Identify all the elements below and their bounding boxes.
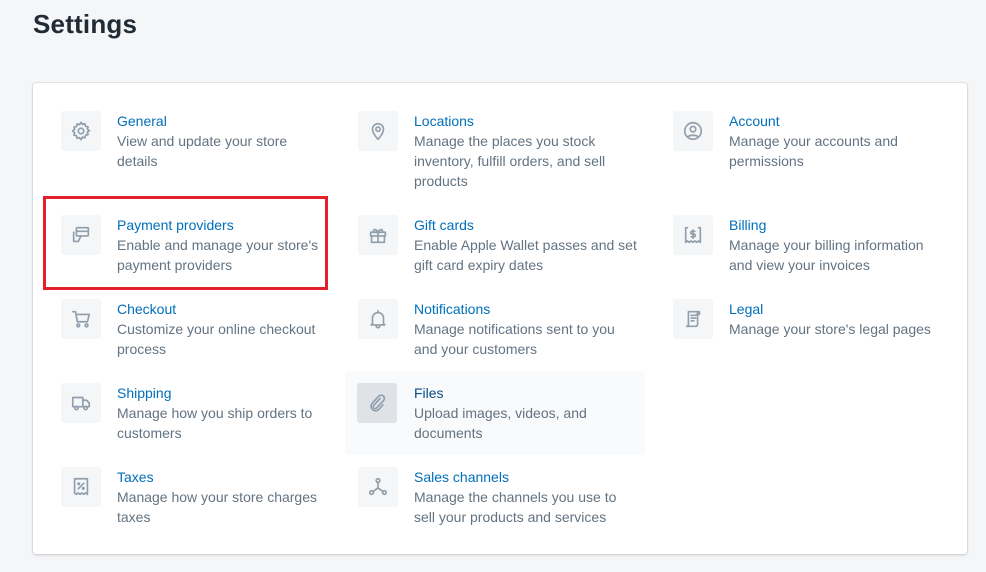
settings-item-billing[interactable]: Billing Manage your billing information … — [659, 201, 949, 285]
settings-item-taxes[interactable]: Taxes Manage how your store charges taxe… — [47, 453, 333, 537]
item-desc: Manage how you ship orders to — [117, 405, 313, 421]
item-desc: View and update your store — [117, 133, 288, 149]
item-desc: process — [117, 341, 167, 357]
item-title: General — [117, 113, 167, 129]
item-desc: gift card expiry dates — [414, 257, 544, 273]
item-desc: Manage your billing information — [729, 237, 924, 253]
item-desc: products — [414, 173, 468, 189]
item-title: Taxes — [117, 469, 154, 485]
account-icon — [673, 111, 713, 151]
legal-scroll-icon — [673, 299, 713, 339]
settings-item-locations[interactable]: Locations Manage the places you stock in… — [344, 97, 644, 201]
item-title: Locations — [414, 113, 474, 129]
item-desc: payment providers — [117, 257, 233, 273]
payment-icon — [61, 215, 101, 255]
settings-item-notifications[interactable]: Notifications Manage notifications sent … — [344, 285, 644, 369]
gear-icon — [61, 111, 101, 151]
item-desc: permissions — [729, 153, 804, 169]
item-title: Billing — [729, 217, 767, 233]
item-title: Sales channels — [414, 469, 509, 485]
item-title: Files — [414, 385, 444, 401]
item-desc: details — [117, 153, 158, 169]
sales-channels-icon — [358, 467, 398, 507]
item-desc: Upload images, videos, and — [414, 405, 587, 421]
item-desc: documents — [414, 425, 483, 441]
item-title: Gift cards — [414, 217, 474, 233]
settings-item-shipping[interactable]: Shipping Manage how you ship orders to c… — [47, 369, 333, 453]
item-desc: and your customers — [414, 341, 537, 357]
item-title: Checkout — [117, 301, 177, 317]
settings-item-account[interactable]: Account Manage your accounts and permiss… — [659, 97, 949, 181]
settings-item-checkout[interactable]: Checkout Customize your online checkout … — [47, 285, 333, 369]
item-desc: Manage your store's legal pages — [729, 321, 931, 337]
item-desc: Enable and manage your store's — [117, 237, 319, 253]
item-desc: Manage the channels you use to — [414, 489, 617, 505]
tax-receipt-icon — [61, 467, 101, 507]
item-title: Account — [729, 113, 780, 129]
billing-icon — [673, 215, 713, 255]
item-desc: taxes — [117, 509, 151, 525]
item-desc: and view your invoices — [729, 257, 870, 273]
item-desc: Customize your online checkout — [117, 321, 316, 337]
item-title: Payment providers — [117, 217, 234, 233]
gift-icon — [358, 215, 398, 255]
settings-item-payment-providers[interactable]: Payment providers Enable and manage your… — [47, 201, 333, 285]
item-desc: inventory, fulfill orders, and sell — [414, 153, 606, 169]
bell-icon — [358, 299, 398, 339]
settings-item-sales-channels[interactable]: Sales channels Manage the channels you u… — [344, 453, 644, 537]
item-desc: Manage the places you stock — [414, 133, 596, 149]
settings-item-legal[interactable]: Legal Manage your store's legal pages — [659, 285, 949, 349]
item-title: Shipping — [117, 385, 172, 401]
item-title: Legal — [729, 301, 764, 317]
settings-item-general[interactable]: General View and update your store detai… — [47, 97, 333, 181]
cart-icon — [61, 299, 101, 339]
item-desc: Manage notifications sent to you — [414, 321, 615, 337]
item-desc: customers — [117, 425, 182, 441]
settings-item-gift-cards[interactable]: Gift cards Enable Apple Wallet passes an… — [344, 201, 644, 285]
paperclip-icon — [357, 383, 397, 423]
item-desc: Enable Apple Wallet passes and set — [414, 237, 637, 253]
item-desc: sell your products and services — [414, 509, 607, 525]
truck-icon — [61, 383, 101, 423]
item-desc: Manage how your store charges — [117, 489, 317, 505]
settings-item-files[interactable]: Files Upload images, videos, and documen… — [345, 371, 645, 455]
location-pin-icon — [358, 111, 398, 151]
item-desc: Manage your accounts and — [729, 133, 898, 149]
page-title: Settings — [33, 9, 138, 39]
settings-card: General View and update your store detai… — [33, 83, 967, 554]
item-title: Notifications — [414, 301, 491, 317]
